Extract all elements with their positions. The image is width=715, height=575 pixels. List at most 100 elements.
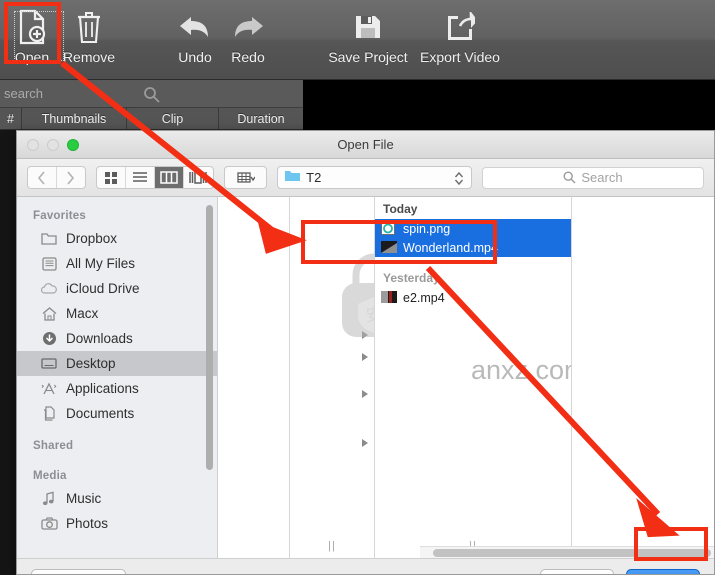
sidebar-item-desktop[interactable]: Desktop [17, 351, 217, 376]
toolbar-undo-button[interactable]: Undo [171, 6, 219, 65]
sidebar-item-icloud-drive[interactable]: iCloud Drive [17, 276, 217, 301]
sidebar-scrollbar[interactable] [206, 205, 213, 470]
screen-root: Open Remove Undo Redo Save Project Expor… [0, 0, 715, 575]
column-header-clip[interactable]: Clip [127, 108, 219, 129]
file-row-spin-png[interactable]: spin.png [375, 219, 571, 238]
sidebar-section-shared-header: Shared [33, 440, 74, 452]
preview-black-area [303, 80, 715, 130]
video-thumb-icon [381, 241, 397, 254]
location-popup-button[interactable]: T2 [277, 166, 472, 189]
zoom-button[interactable] [67, 139, 79, 151]
list-view-button[interactable] [126, 167, 155, 188]
file-browser-columns: || 安 Today [218, 197, 714, 558]
toolbar-remove-button[interactable]: Remove [60, 6, 118, 65]
sidebar-item-applications[interactable]: Applications [17, 376, 217, 401]
png-preview-icon [381, 222, 397, 235]
toolbar-redo-button[interactable]: Redo [224, 6, 272, 65]
toolbar-save-project-label: Save Project [328, 49, 408, 65]
browser-column-3[interactable]: Today spin.png Wonderland.mp4 Yesterday … [375, 197, 572, 558]
dialog-titlebar: Open File [17, 131, 714, 159]
file-group-header-today: Today [383, 202, 418, 216]
back-button[interactable] [28, 167, 57, 188]
all-files-icon [39, 256, 59, 271]
cancel-button[interactable]: Cancel [540, 568, 614, 574]
icon-view-button[interactable] [97, 167, 126, 188]
sidebar-item-documents[interactable]: Documents [17, 401, 217, 426]
floppy-disk-icon [353, 6, 383, 48]
dialog-open-button[interactable]: Open [626, 568, 700, 574]
column-resize-handle[interactable]: || [328, 540, 336, 552]
documents-icon [39, 406, 59, 421]
dialog-sidebar: Favorites Dropbox All My Files iCloud Dr… [17, 197, 218, 558]
file-row-wonderland-mp4[interactable]: Wonderland.mp4 [375, 238, 571, 257]
window-controls [27, 139, 79, 151]
toolbar-remove-label: Remove [62, 49, 116, 65]
file-group-header-yesterday: Yesterday [383, 271, 440, 285]
search-input[interactable] [0, 86, 140, 101]
file-row-e2-mp4[interactable]: e2.mp4 [375, 288, 571, 307]
clip-search-bar[interactable] [0, 80, 303, 108]
folder-icon [284, 169, 301, 187]
horizontal-scrollbar-thumb[interactable] [433, 549, 711, 557]
sidebar-item-label: Desktop [66, 356, 116, 371]
home-icon [39, 306, 59, 321]
sidebar-item-downloads[interactable]: Downloads [17, 326, 217, 351]
file-name: spin.png [403, 221, 451, 236]
toolbar-save-project-button[interactable]: Save Project [323, 6, 413, 65]
column-view-button[interactable] [154, 167, 184, 188]
redo-arrow-icon [230, 6, 266, 48]
sidebar-section-favorites-header: Favorites [33, 210, 86, 222]
file-name: Wonderland.mp4 [403, 240, 498, 255]
video-thumb-icon [381, 291, 397, 304]
export-share-icon [445, 6, 475, 48]
browser-column-2[interactable]: || 安 [290, 197, 375, 558]
forward-button[interactable] [57, 167, 85, 188]
open-focus-ring [14, 11, 64, 61]
browser-column-1[interactable] [218, 197, 290, 558]
camera-icon [39, 517, 59, 530]
column-header-duration[interactable]: Duration [219, 108, 303, 129]
search-icon [143, 86, 160, 108]
toolbar-undo-label: Undo [178, 49, 212, 65]
file-name: e2.mp4 [403, 290, 445, 305]
sidebar-item-label: Photos [66, 516, 109, 531]
sidebar-item-label: Applications [66, 381, 139, 396]
cloud-icon [39, 282, 59, 295]
column-header-number[interactable]: # [0, 108, 22, 129]
trash-icon [76, 6, 102, 48]
column-header-thumbnails[interactable]: Thumbnails [22, 108, 127, 129]
dialog-footer: New Folder Cancel Open [17, 558, 714, 574]
music-note-icon [39, 491, 59, 506]
browser-column-4[interactable] [572, 197, 714, 558]
chevron-updown-icon [454, 170, 464, 192]
folder-icon [39, 232, 59, 245]
sidebar-item-dropbox[interactable]: Dropbox [17, 226, 217, 251]
open-file-dialog: Open File T2 Search Favorites Dropbox Al… [16, 130, 715, 575]
gallery-view-button[interactable] [184, 167, 213, 188]
toolbar-export-video-button[interactable]: Export Video [414, 6, 506, 65]
sidebar-item-label: Macx [66, 306, 99, 321]
search-icon [563, 171, 576, 184]
new-folder-button[interactable]: New Folder [31, 568, 127, 574]
sidebar-item-photos[interactable]: Photos [17, 511, 217, 536]
sidebar-item-music[interactable]: Music [17, 486, 217, 511]
svg-text:安: 安 [366, 306, 376, 326]
dialog-search-field[interactable]: Search [481, 166, 704, 189]
toolbar-open-button[interactable]: Open [7, 6, 64, 65]
close-button[interactable] [27, 139, 39, 151]
desktop-icon [39, 357, 59, 370]
minimize-button[interactable] [47, 139, 59, 151]
watermark-text: anxz.com [471, 355, 571, 385]
nav-history-segment [27, 166, 86, 189]
sidebar-item-all-my-files[interactable]: All My Files [17, 251, 217, 276]
download-icon [39, 331, 59, 346]
sidebar-item-label: Downloads [66, 331, 133, 346]
sidebar-item-macx[interactable]: Macx [17, 301, 217, 326]
dialog-body: Favorites Dropbox All My Files iCloud Dr… [17, 197, 714, 558]
dialog-nav-toolbar: T2 Search [17, 159, 714, 197]
sidebar-item-label: Dropbox [66, 231, 118, 246]
horizontal-scrollbar[interactable] [420, 546, 714, 558]
app-toolbar: Open Remove Undo Redo Save Project Expor… [0, 0, 715, 80]
sidebar-section-media-header: Media [33, 470, 67, 482]
arrange-group-button[interactable] [223, 166, 268, 189]
